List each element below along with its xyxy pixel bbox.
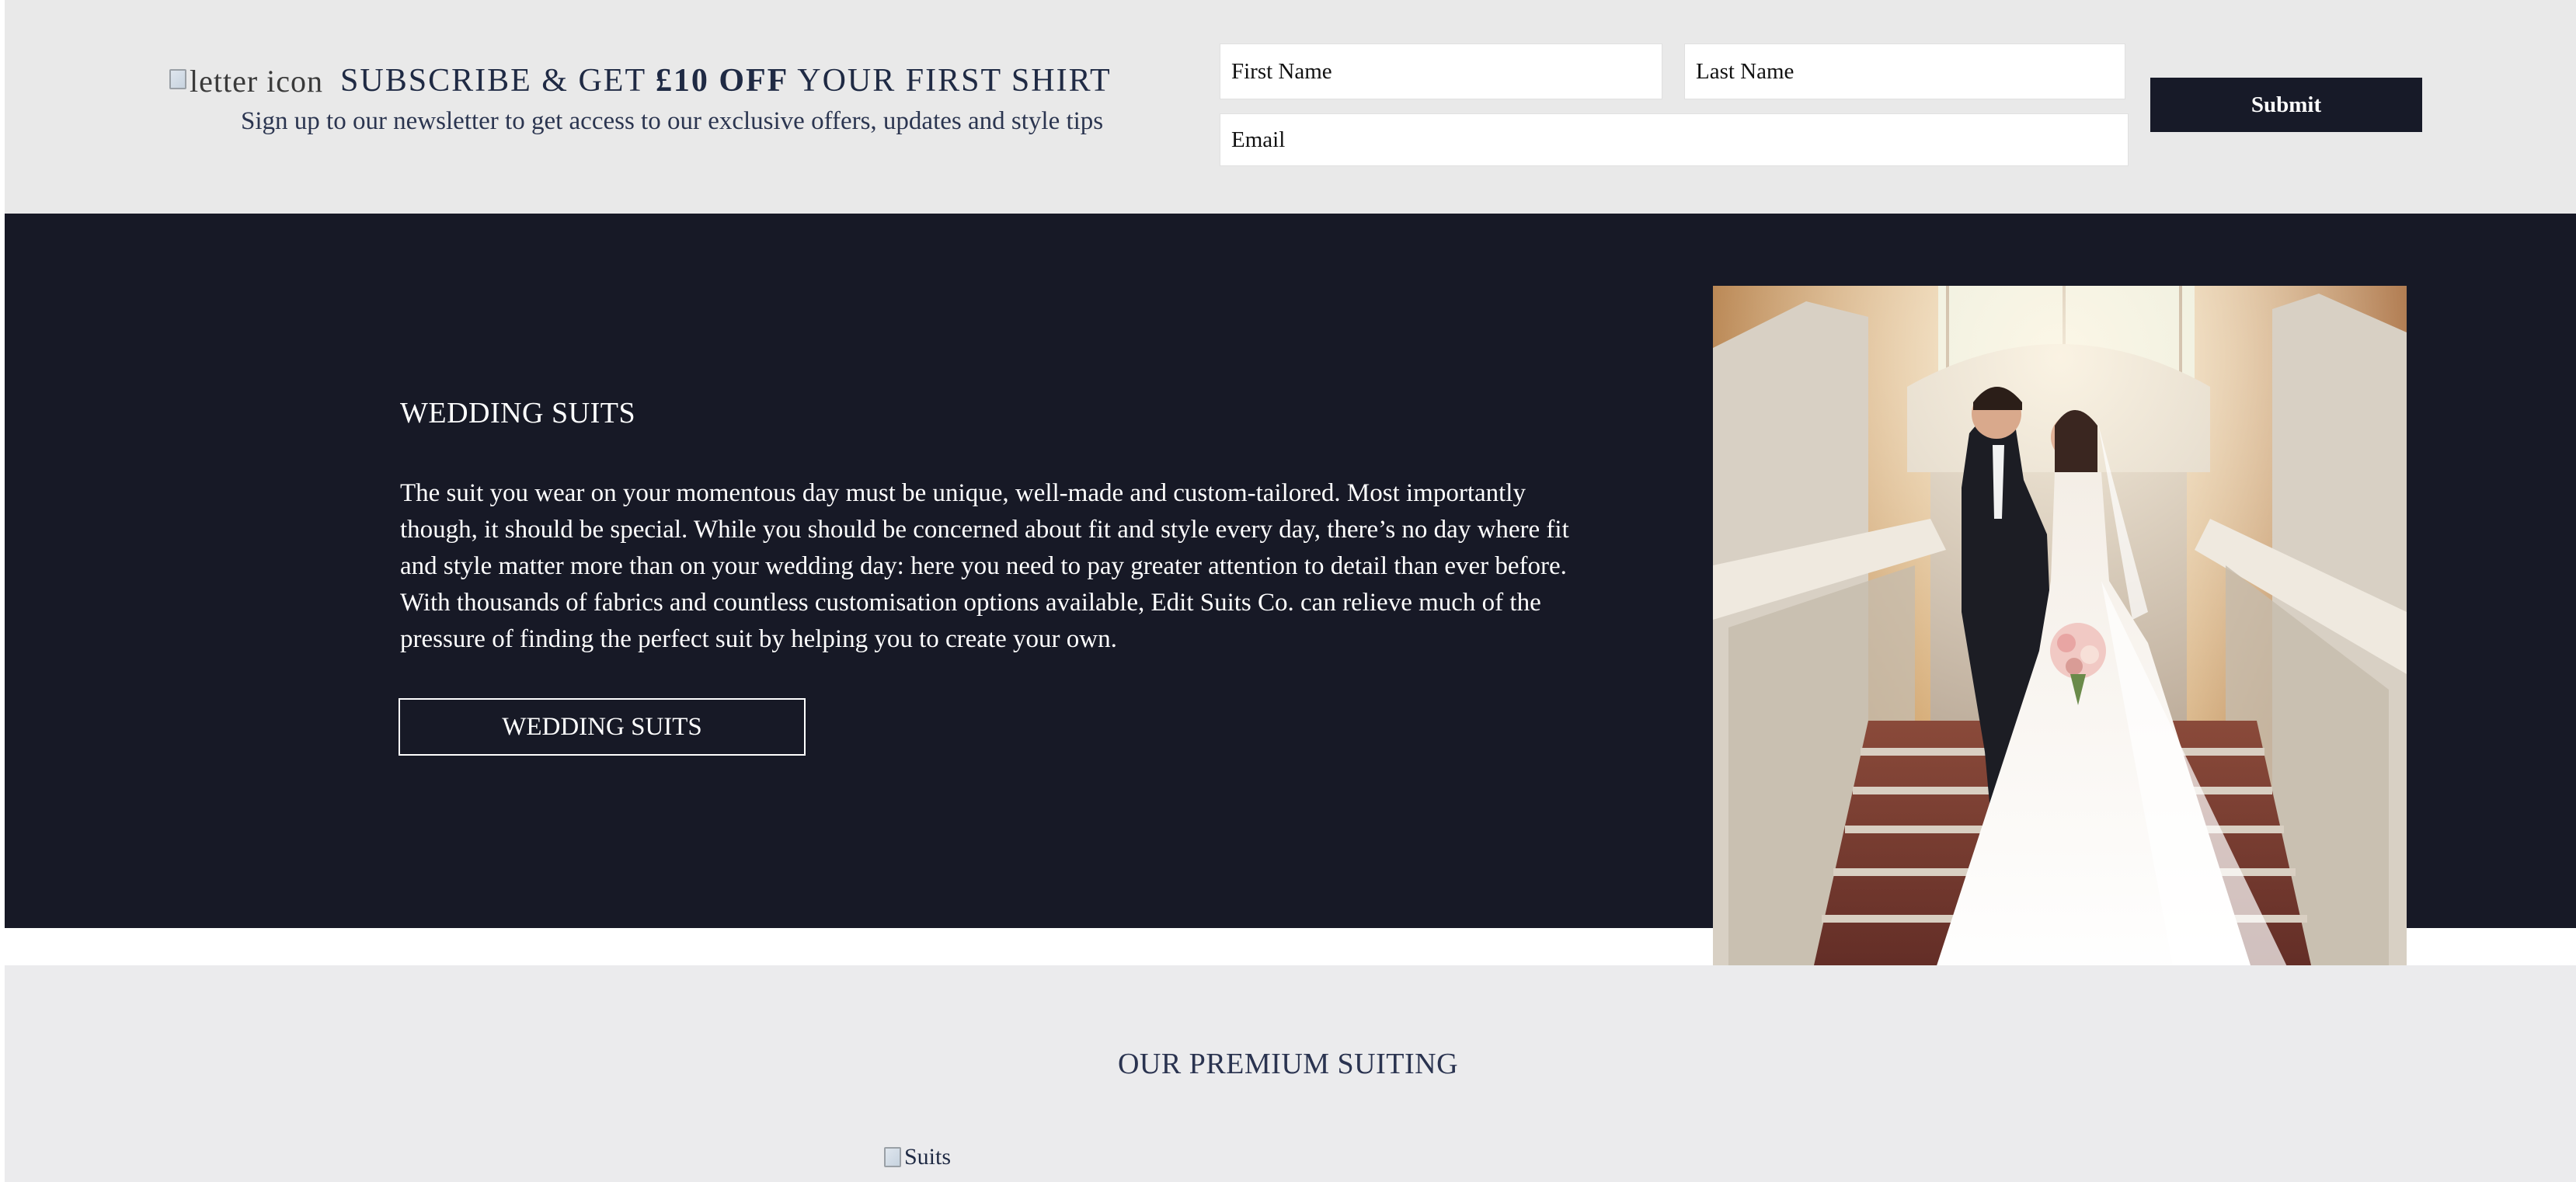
newsletter-subtext: Sign up to our newsletter to get access … [241, 107, 1104, 135]
wedding-couple-photo [1713, 286, 2407, 1000]
wedding-suits-title: WEDDING SUITS [400, 397, 636, 429]
suits-image: Suits [884, 1140, 951, 1174]
suits-image-alt-text: Suits [904, 1144, 952, 1170]
letter-icon-alt-text: letter icon [190, 63, 324, 99]
offer-text-part2: YOUR FIRST SHIRT [788, 63, 1112, 99]
broken-image-icon [169, 69, 186, 89]
letter-icon: letter icon [169, 63, 323, 99]
wedding-photo-illustration [1713, 286, 2407, 1000]
newsletter-headline: letter icon SUBSCRIBE & GET £10 OFF YOUR… [169, 61, 1210, 101]
submit-button[interactable]: Submit [2150, 78, 2422, 132]
premium-suiting-title: OUR PREMIUM SUITING [1117, 1048, 1459, 1080]
first-name-input[interactable] [1220, 43, 1662, 99]
newsletter-offer-text: SUBSCRIBE & GET £10 OFF YOUR FIRST SHIRT [340, 62, 1112, 99]
email-input[interactable] [1220, 113, 2129, 166]
offer-text-part1: SUBSCRIBE & GET [340, 63, 656, 99]
last-name-input[interactable] [1684, 43, 2125, 99]
offer-amount: £10 OFF [655, 63, 789, 99]
broken-image-icon [884, 1147, 901, 1167]
wedding-suits-button-label: WEDDING SUITS [502, 712, 702, 741]
wedding-suits-description: The suit you wear on your momentous day … [400, 479, 1569, 653]
wedding-suits-button[interactable]: WEDDING SUITS [399, 698, 806, 756]
